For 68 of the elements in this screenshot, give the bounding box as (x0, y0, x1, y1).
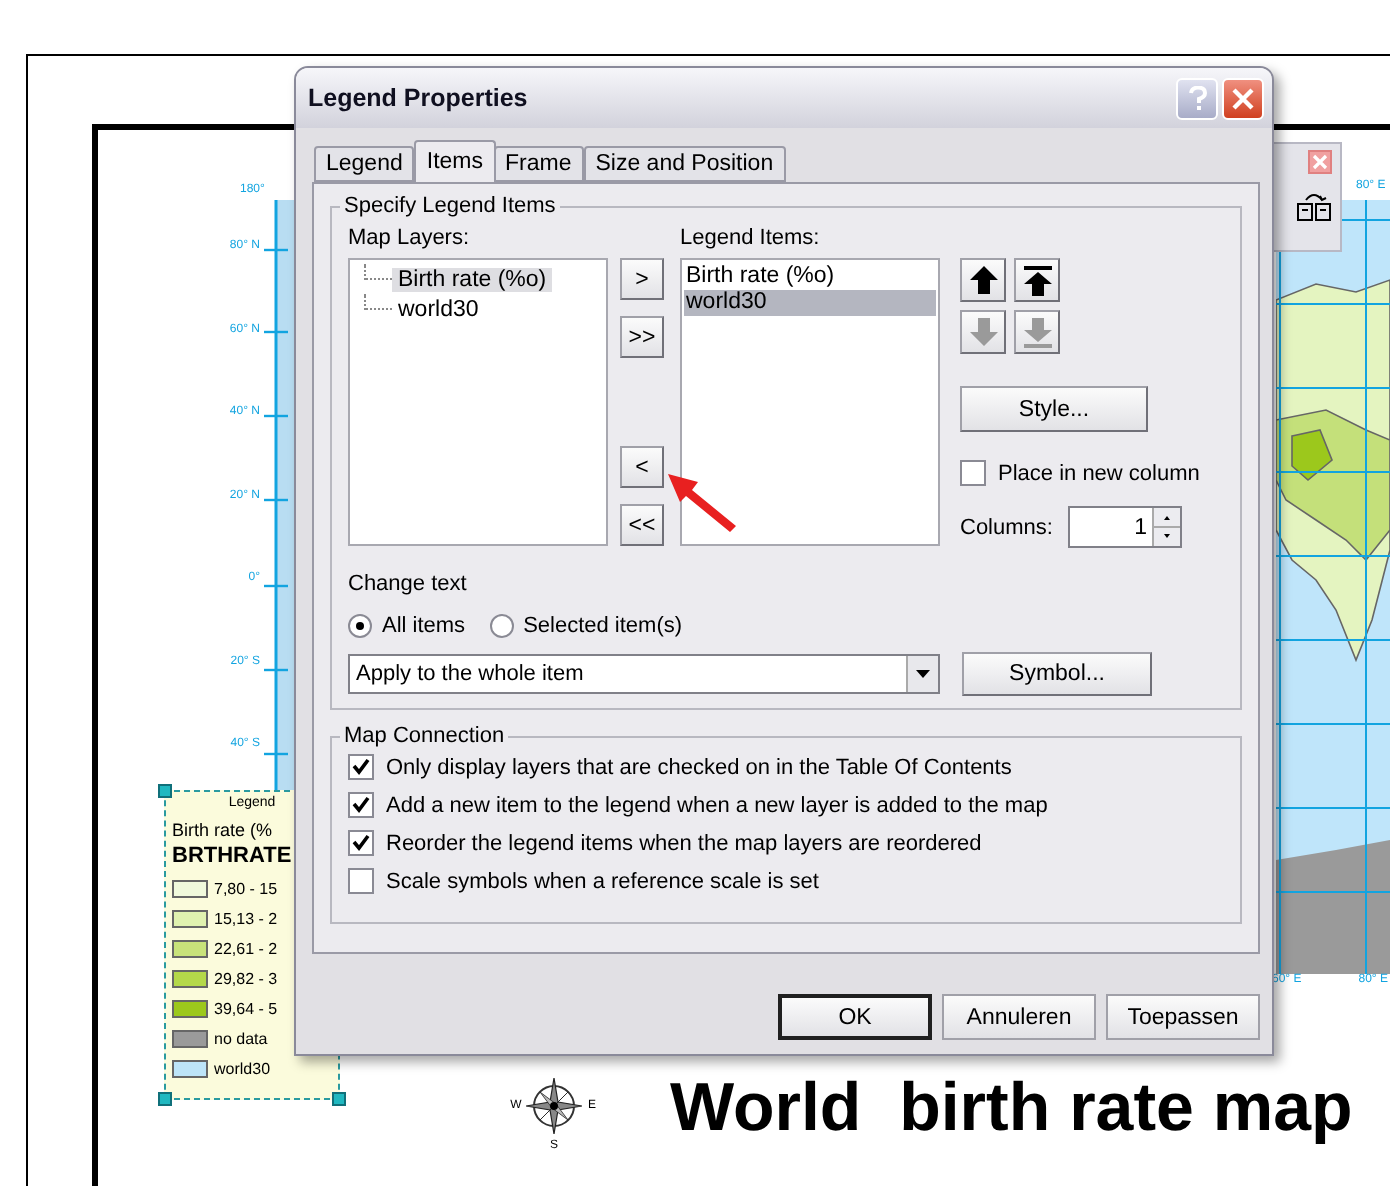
order-button[interactable] (1014, 258, 1060, 302)
tab[interactable]: Items (414, 140, 495, 182)
legend-label: 22,61 - 2 (214, 940, 278, 958)
legend-item[interactable]: world30 (684, 290, 936, 316)
checkbox-label: Place in new column (998, 461, 1200, 485)
checkbox[interactable] (348, 754, 374, 780)
checkbox-label: Only display layers that are checked on in the Table Of Contents (386, 755, 1012, 779)
arrow-to-bottom-icon (1023, 317, 1051, 347)
group-title: Map Connection (342, 724, 507, 748)
dialog-button[interactable]: OK (778, 994, 932, 1040)
selection-handle[interactable] (158, 1092, 172, 1106)
caret-icon (916, 670, 930, 678)
checkbox-label: Add a new item to the legend when a new layer is added to the map (386, 793, 1048, 817)
layer-item[interactable]: Birth rate (%o) (392, 267, 553, 291)
legend-label: 7,80 - 15 (214, 880, 278, 898)
checkbox[interactable] (348, 868, 374, 894)
checkbox[interactable] (960, 460, 986, 486)
legend-items-list[interactable]: Birth rate (%o) world30 (680, 258, 940, 546)
legend-layer-name: Birth rate (% (172, 820, 275, 840)
checkbox-label: Scale symbols when a reference scale is set (386, 869, 819, 893)
order-button[interactable] (960, 258, 1006, 302)
tab[interactable]: Legend (314, 146, 415, 182)
arrow-to-top-icon (1023, 265, 1051, 295)
legend-label: 15,13 - 2 (214, 910, 278, 928)
close-icon (1232, 87, 1254, 109)
tab[interactable]: Size and Position (583, 146, 786, 182)
map-layers-list[interactable]: Birth rate (%o) world30 (348, 258, 608, 546)
help-icon (1187, 85, 1207, 111)
tab[interactable]: Frame (493, 146, 584, 182)
checkbox[interactable] (348, 830, 374, 856)
field-label: Columns: (960, 515, 1053, 539)
legend-label: 29,82 - 3 (214, 970, 278, 988)
rotate-frames-icon[interactable] (1296, 190, 1332, 222)
compass-rose-icon (526, 1078, 582, 1134)
radio-label: Selected item(s) (523, 614, 683, 638)
selection-handle[interactable] (158, 784, 172, 798)
selection-handle[interactable] (332, 1092, 346, 1106)
radio-label: All items (382, 614, 466, 638)
group-title: Specify Legend Items (342, 194, 558, 218)
legend-item[interactable]: Birth rate (%o) (684, 264, 936, 290)
section-label: Change text (348, 572, 469, 596)
field-label: Map Layers: (348, 226, 472, 250)
dropdown[interactable]: Apply to the whole item (348, 654, 940, 694)
spin-field[interactable]: 1 (1068, 506, 1183, 548)
style-button[interactable]: Style... (960, 386, 1148, 432)
symbol-button[interactable]: Symbol... (962, 652, 1152, 696)
remove-button[interactable]: < (620, 446, 664, 488)
close-button[interactable] (1308, 150, 1332, 174)
checkbox[interactable] (348, 792, 374, 818)
window-title: Legend Properties (308, 84, 528, 112)
up-arrow-icon (969, 265, 997, 295)
down-arrow-icon (969, 317, 997, 347)
add-button[interactable]: > (620, 258, 664, 300)
dialog-button[interactable]: Annuleren (942, 994, 1096, 1040)
radio-button[interactable] (489, 614, 514, 638)
checkbox-label: Reorder the legend items when the map layers are reordered (386, 831, 982, 855)
field-label: Legend Items: (680, 226, 822, 250)
add-all-button[interactable]: >> (620, 316, 664, 358)
legend-label: world30 (214, 1060, 271, 1078)
close-icon (1312, 154, 1328, 170)
legend-label: no data (214, 1030, 268, 1048)
legend-label: 39,64 - 5 (214, 1000, 278, 1018)
radio-button[interactable] (348, 614, 372, 638)
remove-all-button[interactable]: << (620, 504, 664, 546)
dialog-button[interactable]: Toepassen (1106, 994, 1260, 1040)
map-title: World birth rate map (670, 1070, 1353, 1148)
legend-field-name: BRTHRATE (172, 844, 294, 868)
layer-item[interactable]: world30 (392, 297, 485, 321)
